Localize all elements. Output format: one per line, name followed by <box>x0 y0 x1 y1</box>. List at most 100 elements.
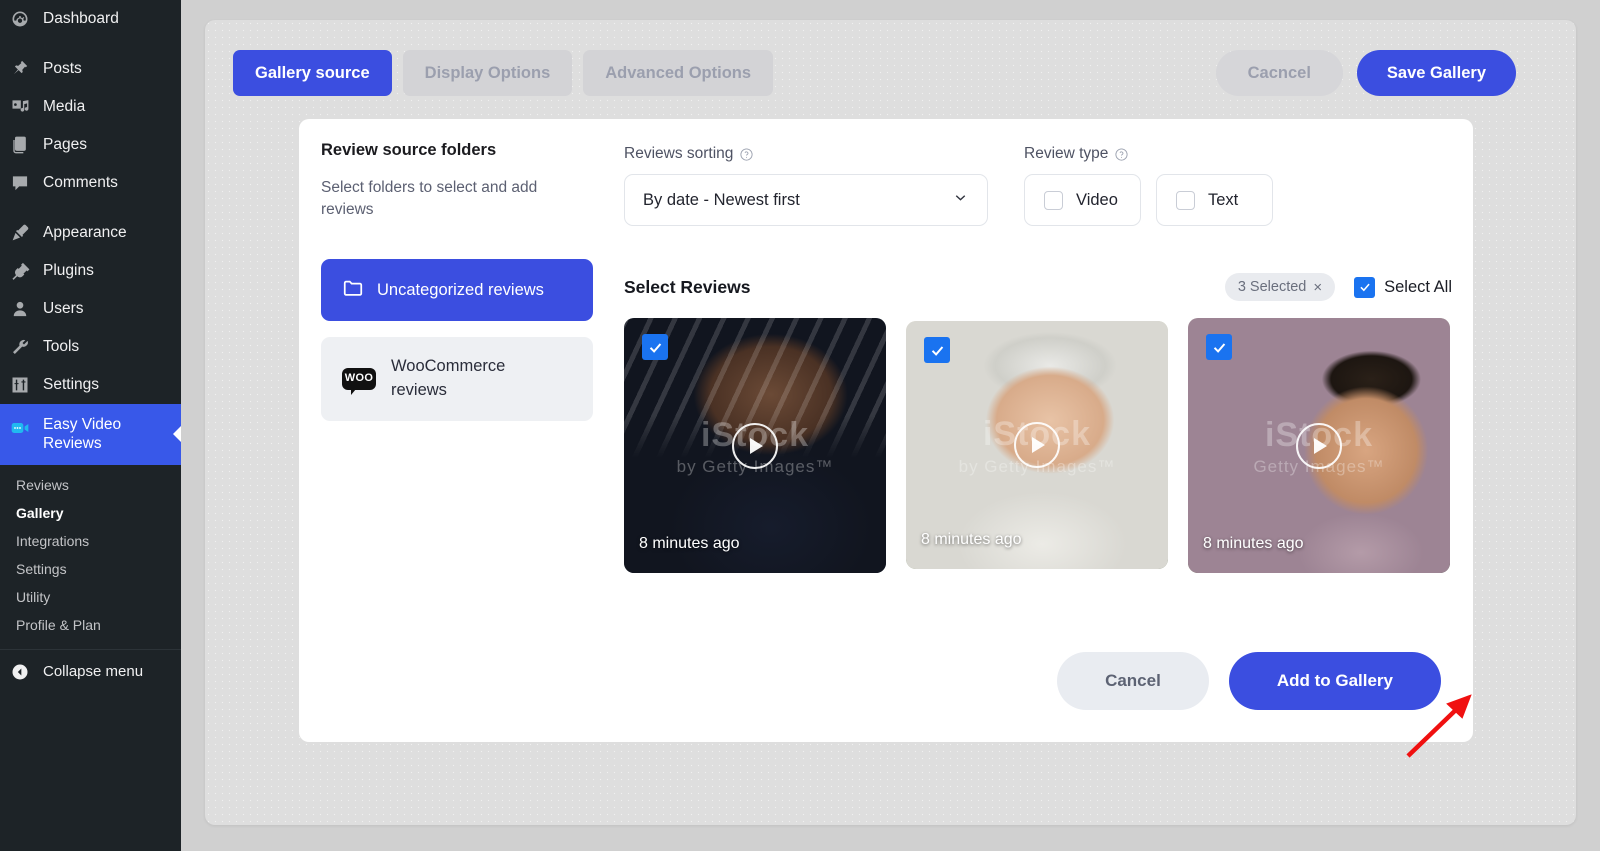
select-reviews-controls: 3 Selected × Select All <box>1224 273 1452 301</box>
review-card[interactable]: iStock by Getty Images™ 8 minutes ago <box>624 318 886 573</box>
sidebar-item-settings[interactable]: Settings <box>0 366 181 404</box>
submenu-item-gallery[interactable]: Gallery <box>0 499 181 527</box>
cancel-button[interactable]: Cacncel <box>1215 50 1343 96</box>
pages-icon <box>9 134 31 156</box>
evr-label-line2: Reviews <box>43 435 102 453</box>
sidebar-item-dashboard[interactable]: Dashboard <box>0 0 181 38</box>
review-type-video-label: Video <box>1076 190 1118 209</box>
sidebar-item-label: Settings <box>43 375 100 393</box>
cancel-button[interactable]: Cancel <box>1057 652 1209 710</box>
chevron-left-circle-icon <box>9 661 31 683</box>
toolbar-actions: Cacncel Save Gallery <box>1215 50 1516 96</box>
sidebar-menu: Dashboard Posts Media Pages Comments App… <box>0 0 181 694</box>
sidebar-item-plugins[interactable]: Plugins <box>0 252 181 290</box>
review-type-text-label: Text <box>1208 190 1239 209</box>
sidebar-item-easy-video-reviews[interactable]: Easy Video Reviews <box>0 404 181 465</box>
folder-icon <box>342 277 364 304</box>
folder-label: Uncategorized reviews <box>377 280 544 299</box>
review-type-text[interactable]: Text <box>1156 174 1273 226</box>
review-checkbox-checked[interactable] <box>642 334 668 360</box>
collapse-menu-button[interactable]: Collapse menu <box>0 648 181 694</box>
submenu-item-settings[interactable]: Settings <box>0 555 181 583</box>
sidebar-item-label: Easy Video Reviews <box>43 415 121 454</box>
review-timestamp: 8 minutes ago <box>921 531 1022 548</box>
comment-icon <box>9 172 31 194</box>
user-icon <box>9 298 31 320</box>
evr-submenu: Reviews Gallery Integrations Settings Ut… <box>0 464 181 649</box>
folder-woocommerce-reviews[interactable]: WOO WooCommerce reviews <box>321 337 593 421</box>
sidebar-item-label: Media <box>43 97 86 115</box>
review-timestamp: 8 minutes ago <box>639 535 740 552</box>
reviews-selection-panel: Reviews sorting By date - Newest first R… <box>624 145 1452 573</box>
select-reviews-title: Select Reviews <box>624 276 751 297</box>
select-reviews-header: Select Reviews 3 Selected × Select All <box>624 273 1452 301</box>
save-gallery-button[interactable]: Save Gallery <box>1356 50 1516 96</box>
review-checkbox-checked[interactable] <box>924 337 950 363</box>
sidebar-item-label: Appearance <box>43 223 127 241</box>
checkbox-unchecked-icon[interactable] <box>1044 190 1063 210</box>
checkbox-unchecked-icon[interactable] <box>1176 190 1195 210</box>
help-icon[interactable] <box>1114 147 1129 162</box>
submenu-item-reviews[interactable]: Reviews <box>0 471 181 499</box>
review-card[interactable]: iStock by Getty Images™ 8 minutes ago <box>906 321 1168 569</box>
main-content: Gallery source Display Options Advanced … <box>181 0 1600 851</box>
video-camera-icon <box>9 417 31 439</box>
review-type-label-row: Review type <box>1024 145 1273 163</box>
woocommerce-icon: WOO <box>342 368 376 395</box>
sidebar-item-label: Tools <box>43 337 80 355</box>
submenu-item-profile-plan[interactable]: Profile & Plan <box>0 611 181 639</box>
tab-gallery-source[interactable]: Gallery source <box>233 50 392 96</box>
review-timestamp: 8 minutes ago <box>1203 535 1304 552</box>
gallery-toolbar: Gallery source Display Options Advanced … <box>233 50 1516 100</box>
wp-admin-sidebar: Dashboard Posts Media Pages Comments App… <box>0 0 181 851</box>
sidebar-item-label: Dashboard <box>43 9 119 27</box>
select-all-label: Select All <box>1384 277 1452 296</box>
play-icon[interactable] <box>1296 422 1342 469</box>
collapse-menu-label: Collapse menu <box>43 663 144 681</box>
review-checkbox-checked[interactable] <box>1206 334 1232 360</box>
panel-title: Review source folders <box>321 141 497 159</box>
sidebar-item-comments[interactable]: Comments <box>0 164 181 202</box>
plug-icon <box>9 260 31 282</box>
sidebar-item-users[interactable]: Users <box>0 290 181 328</box>
filters-row: Reviews sorting By date - Newest first R… <box>624 145 1452 226</box>
select-all-toggle[interactable]: Select All <box>1354 276 1452 298</box>
review-type-video[interactable]: Video <box>1024 174 1141 226</box>
submenu-item-utility[interactable]: Utility <box>0 583 181 611</box>
review-source-folders-panel: Review source folders Select folders to … <box>321 141 593 421</box>
tab-advanced-options[interactable]: Advanced Options <box>583 50 774 96</box>
evr-label-line1: Easy Video <box>43 416 122 433</box>
clear-selection-icon[interactable]: × <box>1313 279 1322 296</box>
reviews-sorting-label: Reviews sorting <box>624 145 734 162</box>
reviews-sorting-select[interactable]: By date - Newest first <box>624 174 988 226</box>
woo-icon-text: WOO <box>344 372 374 385</box>
review-type-options: Video Text <box>1024 174 1273 226</box>
add-to-gallery-button[interactable]: Add to Gallery <box>1228 652 1441 710</box>
screen: Dashboard Posts Media Pages Comments App… <box>0 0 1600 851</box>
sidebar-item-tools[interactable]: Tools <box>0 328 181 366</box>
sidebar-item-label: Pages <box>43 135 87 153</box>
tab-display-options[interactable]: Display Options <box>402 50 573 96</box>
selected-count-badge[interactable]: 3 Selected × <box>1224 273 1336 301</box>
reviews-sorting-label-row: Reviews sorting <box>624 145 988 163</box>
checkbox-checked-icon[interactable] <box>1354 276 1376 298</box>
help-icon[interactable] <box>739 147 754 162</box>
card-action-buttons: Cancel Add to Gallery <box>1057 652 1441 710</box>
brush-icon <box>9 222 31 244</box>
sidebar-item-posts[interactable]: Posts <box>0 50 181 88</box>
media-icon <box>9 96 31 118</box>
play-icon[interactable] <box>1014 422 1060 468</box>
sidebar-item-label: Users <box>43 299 84 317</box>
reviews-sorting-value: By date - Newest first <box>643 190 800 209</box>
selected-count-label: 3 Selected <box>1237 279 1307 295</box>
sidebar-item-appearance[interactable]: Appearance <box>0 214 181 252</box>
submenu-item-integrations[interactable]: Integrations <box>0 527 181 555</box>
sidebar-item-label: Comments <box>43 173 118 191</box>
sidebar-item-pages[interactable]: Pages <box>0 126 181 164</box>
review-card[interactable]: iStock Getty Images™ 8 minutes ago <box>1188 318 1450 573</box>
sliders-icon <box>9 374 31 396</box>
gallery-tabs: Gallery source Display Options Advanced … <box>233 50 774 96</box>
sidebar-item-media[interactable]: Media <box>0 88 181 126</box>
play-icon[interactable] <box>732 422 778 469</box>
folder-uncategorized-reviews[interactable]: Uncategorized reviews <box>321 259 593 321</box>
